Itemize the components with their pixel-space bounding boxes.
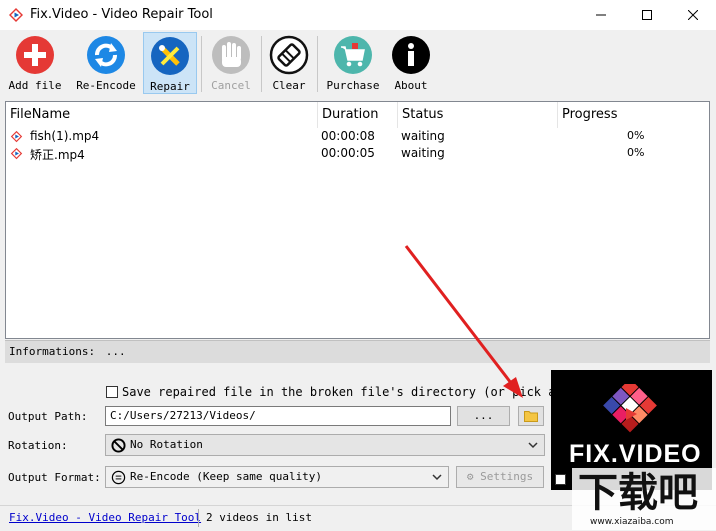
re-encode-label: Re-Encode [76, 79, 136, 92]
rotation-value: No Rotation [130, 438, 203, 451]
maximize-icon [642, 10, 652, 20]
browse-button[interactable]: ... [457, 406, 510, 426]
cancel-button[interactable]: Cancel [206, 32, 256, 94]
cancel-label: Cancel [211, 79, 251, 92]
chevron-down-icon [432, 474, 442, 481]
rotation-select[interactable]: No Rotation [105, 434, 545, 456]
file-list-header: FileName Duration Status Progress [6, 102, 709, 128]
row-filename: 矫正.mp4 [30, 148, 85, 162]
encode-icon [111, 470, 126, 485]
purchase-button[interactable]: Purchase [322, 32, 384, 94]
video-file-icon [10, 130, 23, 143]
row-status: waiting [401, 129, 445, 143]
status-separator [198, 509, 199, 527]
app-logo-icon [9, 8, 23, 22]
column-filename[interactable]: FileName [6, 102, 318, 128]
column-duration[interactable]: Duration [318, 102, 398, 128]
row-duration: 00:00:08 [321, 129, 375, 143]
row-duration: 00:00:05 [321, 146, 375, 160]
folder-icon [524, 411, 538, 422]
rotation-label: Rotation: [8, 439, 68, 452]
settings-icon: ⚙ [466, 470, 474, 483]
row-filename: fish(1).mp4 [30, 129, 100, 143]
info-value: ... [105, 345, 126, 358]
window-title: Fix.Video - Video Repair Tool [30, 7, 213, 22]
row-progress: 0% [627, 146, 645, 159]
watermark-text: 下载吧 [578, 470, 698, 516]
toolbar-separator [261, 36, 262, 92]
shopping-cart-icon [334, 36, 372, 74]
close-button[interactable] [670, 0, 716, 30]
video-count: 2 videos in list [206, 511, 312, 524]
repair-label: Repair [150, 80, 190, 93]
brand-logo-text: FIX.VIDEO [569, 440, 702, 468]
column-status[interactable]: Status [398, 102, 558, 128]
open-folder-button[interactable] [518, 406, 544, 426]
purchase-label: Purchase [326, 79, 380, 92]
maximize-button[interactable] [624, 0, 670, 30]
settings-button[interactable]: ⚙ Settings [456, 466, 544, 488]
output-path-input[interactable]: C:/Users/27213/Videos/ [105, 406, 451, 426]
table-row[interactable]: fish(1).mp4 00:00:08 waiting 0% [6, 128, 709, 145]
fix-video-logo-icon [603, 384, 657, 433]
watermark: 下载吧 www.xiazaiba.com [572, 468, 716, 530]
clear-label: Clear [272, 79, 306, 92]
output-format-label: Output Format: [8, 471, 101, 484]
output-format-select[interactable]: Re-Encode (Keep same quality) [105, 466, 449, 488]
row-status: waiting [401, 146, 445, 160]
save-in-source-checkbox[interactable] [106, 386, 118, 398]
toolbar-separator [201, 36, 202, 92]
row-progress: 0% [627, 129, 645, 142]
status-bar-link[interactable]: Fix.Video - Video Repair Tool [9, 511, 201, 524]
file-list[interactable]: FileName Duration Status Progress fish(1… [5, 101, 710, 339]
refresh-icon [87, 36, 125, 74]
add-file-button[interactable]: Add file [6, 32, 64, 94]
plus-icon [16, 36, 54, 74]
wrench-screwdriver-icon [151, 37, 189, 75]
about-button[interactable]: About [388, 32, 434, 94]
title-bar: Fix.Video - Video Repair Tool [0, 0, 716, 30]
info-icon [392, 36, 430, 74]
brand-checkbox[interactable] [555, 474, 566, 485]
clear-button[interactable]: Clear [265, 32, 313, 94]
no-rotation-icon [111, 438, 126, 453]
info-label: Informations: [9, 345, 96, 358]
settings-label: Settings [480, 470, 534, 483]
table-row[interactable]: 矫正.mp4 00:00:05 waiting 0% [6, 145, 709, 162]
repair-button[interactable]: Repair [143, 32, 197, 94]
hand-stop-icon [212, 36, 250, 74]
chevron-down-icon [528, 442, 538, 449]
eraser-icon [269, 35, 309, 75]
minimize-icon [596, 14, 606, 16]
toolbar-separator [317, 36, 318, 92]
info-bar: Informations: ... [5, 340, 710, 363]
column-progress[interactable]: Progress [558, 102, 708, 128]
watermark-url: www.xiazaiba.com [590, 517, 674, 527]
video-file-icon [10, 147, 23, 160]
toolbar: Add file Re-Encode Repair Cancel Clear P… [0, 30, 716, 96]
about-label: About [394, 79, 428, 92]
output-format-value: Re-Encode (Keep same quality) [130, 470, 323, 483]
add-file-label: Add file [8, 79, 62, 92]
minimize-button[interactable] [578, 0, 624, 30]
output-path-label: Output Path: [8, 410, 88, 423]
re-encode-button[interactable]: Re-Encode [76, 32, 136, 94]
close-icon [688, 10, 698, 20]
